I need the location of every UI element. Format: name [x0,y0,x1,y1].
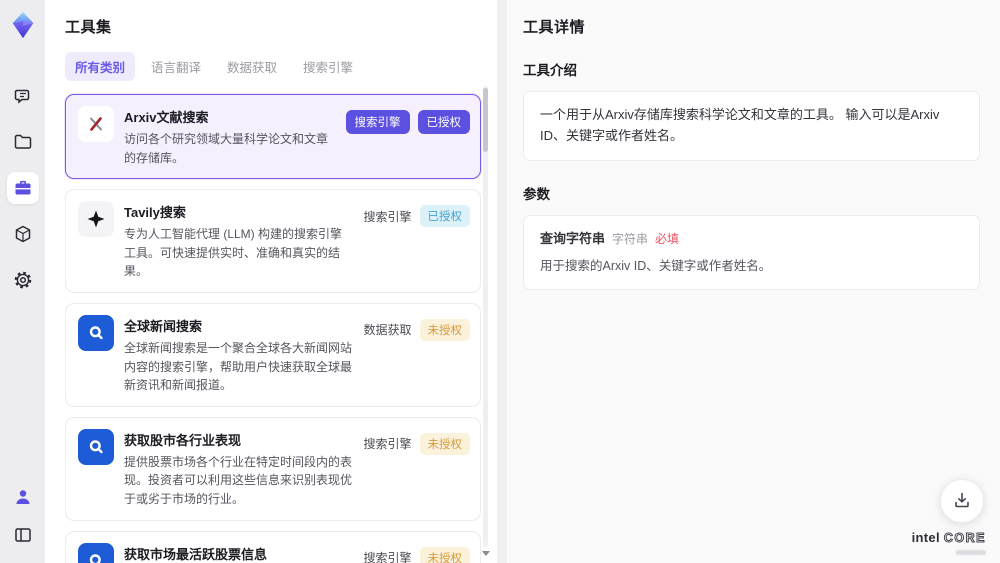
tool-intro-text: 一个用于从Arxiv存储库搜索科学论文和文章的工具。 输入可以是Arxiv ID… [523,91,980,161]
tool-name: 获取股市各行业表现 [124,432,242,448]
scrollbar-down-arrow[interactable] [482,551,490,556]
tool-card-tavily[interactable]: Tavily搜索 专为人工智能代理 (LLM) 构建的搜索引擎工具。可快速提供实… [65,189,481,293]
scrollbar-thumb[interactable] [483,88,488,152]
auth-badge: 未授权 [419,432,470,455]
chat-icon [13,86,33,106]
tab-all-categories[interactable]: 所有类别 [65,52,136,81]
tool-desc: 专为人工智能代理 (LLM) 构建的搜索引擎工具。可快速提供实时、准确和真实的结… [124,227,343,279]
tab-search-engine[interactable]: 搜索引擎 [293,52,363,81]
category-label: 数据获取 [363,323,412,338]
tool-detail-panel: 工具详情 工具介绍 一个用于从Arxiv存储库搜索科学论文和文章的工具。 输入可… [507,0,1000,563]
intel-sub-mark [956,550,986,555]
download-icon [952,490,972,513]
parameter-card: 查询字符串 字符串 必填 用于搜索的Arxiv ID、关键字或作者姓名。 [523,214,980,291]
category-label: 搜索引擎 [363,209,412,224]
sidebar-item-models[interactable] [7,218,39,250]
category-label: 搜索引擎 [363,551,412,563]
tool-list-panel: 工具集 所有类别 语言翻译 数据获取 搜索引擎 Arxiv文献搜索 访问各个研究… [45,0,497,563]
auth-badge: 已授权 [417,110,470,134]
tool-card-arxiv[interactable]: Arxiv文献搜索 访问各个研究领域大量科学论文和文章的存储库。 搜索引擎 已授… [65,94,481,180]
tool-name: 全球新闻搜索 [124,318,203,334]
page-title: 工具集 [65,19,112,36]
gear-icon [13,270,33,290]
tool-name: Arxiv文献搜索 [124,110,209,125]
tool-desc: 全球新闻搜索是一个聚合全球各大新闻网站内容的搜索引擎，帮助用户快速获取全球最新资… [124,340,353,393]
param-name: 查询字符串 [540,230,606,246]
app-window: 工具集 所有类别 语言翻译 数据获取 搜索引擎 Arxiv文献搜索 访问各个研究… [0,0,1000,563]
category-tabs: 所有类别 语言翻译 数据获取 搜索引擎 [65,52,481,81]
panel-divider [497,0,507,563]
list-scrollbar[interactable] [482,86,490,556]
app-logo[interactable] [6,8,40,42]
sidebar-item-files[interactable] [7,126,39,158]
sidebar-item-settings[interactable] [7,264,39,296]
magnifier-blue-icon [78,428,114,465]
tool-card-global-news[interactable]: 全球新闻搜索 全球新闻搜索是一个聚合全球各大新闻网站内容的搜索引擎，帮助用户快速… [65,302,481,407]
cube-icon [13,224,33,244]
tool-list: Arxiv文献搜索 访问各个研究领域大量科学论文和文章的存储库。 搜索引擎 已授… [65,94,481,563]
tool-desc: 访问各个研究领域大量科学论文和文章的存储库。 [124,132,329,165]
sidebar-nav [6,80,39,296]
auth-badge: 未授权 [419,546,470,563]
tool-name: 获取市场最活跃股票信息 [124,546,268,562]
sidebar-bottom [7,481,39,551]
tool-card-active-stocks[interactable]: 获取市场最活跃股票信息 提供当天交易量最高的股票列表。投资者可以利用这些信息来识… [65,530,481,563]
tool-desc: 提供股票市场各个行业在特定时间段内的表现。投资者可以利用这些信息来识别表现优于或… [124,454,353,506]
param-desc: 用于搜索的Arxiv ID、关键字或作者姓名。 [540,259,772,274]
intel-wordmark: intel [911,530,940,545]
user-icon [13,487,33,507]
detail-title: 工具详情 [523,19,586,36]
download-button[interactable] [940,479,984,523]
arxiv-icon [78,106,114,142]
sidebar-item-chat[interactable] [7,80,39,112]
tool-name: Tavily搜索 [124,205,186,221]
intel-core-logo: intel CORE [912,530,986,555]
sidebar-item-user[interactable] [7,481,39,513]
magnifier-blue-icon [78,542,114,563]
sidebar-item-panel-toggle[interactable] [7,519,39,551]
params-heading: 参数 [523,186,550,202]
sparkle-icon [78,201,114,238]
tab-data-fetch[interactable]: 数据获取 [217,52,287,81]
auth-badge: 已授权 [419,205,470,228]
magnifier-blue-icon [78,314,114,351]
category-badge: 搜索引擎 [345,110,410,134]
panel-toggle-icon [13,525,33,545]
category-label: 搜索引擎 [363,437,412,452]
core-wordmark: CORE [943,531,986,545]
briefcase-icon [13,178,33,198]
tab-language-translation[interactable]: 语言翻译 [141,52,211,81]
sidebar-item-tools[interactable] [6,172,39,204]
auth-badge: 未授权 [419,318,470,341]
intro-heading: 工具介绍 [523,63,577,78]
param-type: 字符串 [612,231,649,246]
folder-icon [13,132,33,152]
param-required-flag: 必填 [655,231,680,246]
sidebar [0,0,45,563]
tool-card-sector-performance[interactable]: 获取股市各行业表现 提供股票市场各个行业在特定时间段内的表现。投资者可以利用这些… [65,416,481,521]
